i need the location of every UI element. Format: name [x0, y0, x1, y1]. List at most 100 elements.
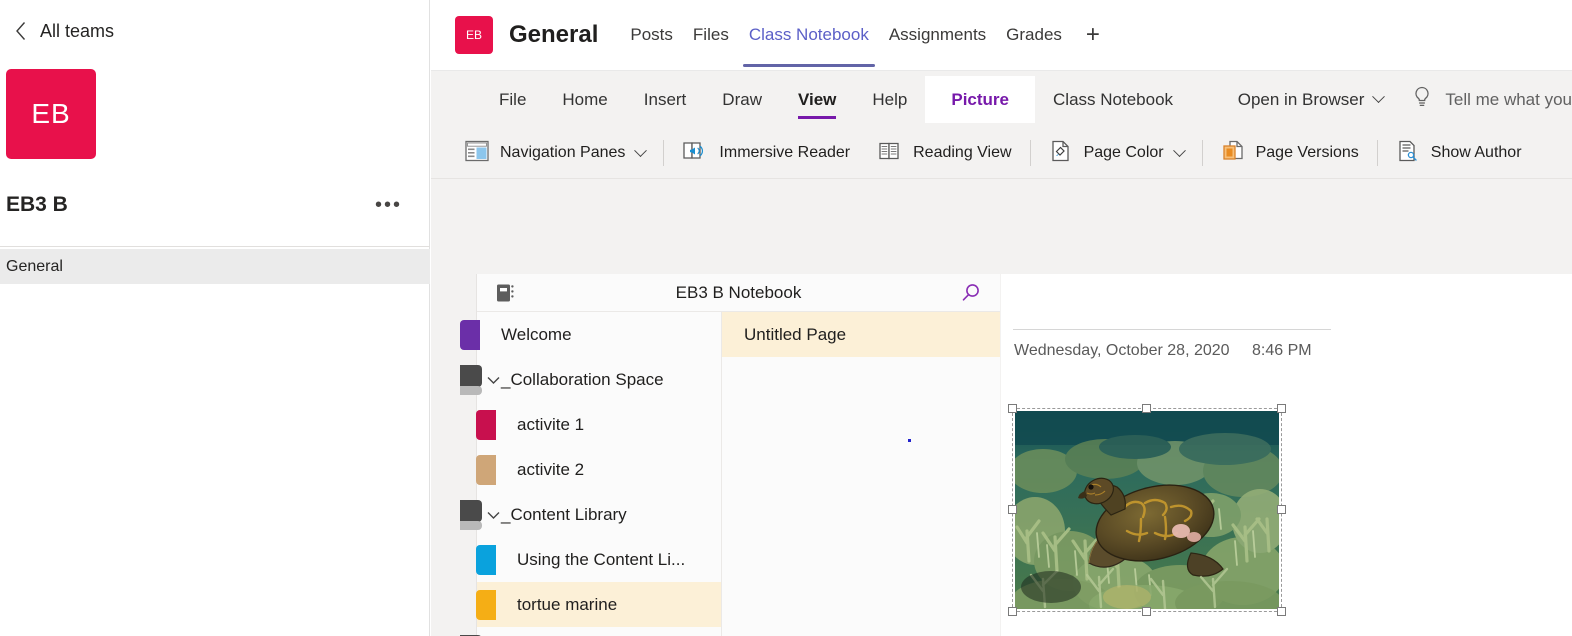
reading-view-button[interactable]: Reading View [864, 133, 1025, 173]
open-in-browser-button[interactable]: Open in Browser [1222, 90, 1400, 110]
cursor-marker [908, 439, 911, 442]
tell-me-label: Tell me what you [1445, 89, 1572, 109]
resize-handle-top-left[interactable] [1008, 404, 1017, 413]
section-welcome[interactable]: Welcome [460, 312, 721, 357]
section-label: tortue marine [517, 594, 618, 614]
ribbon-right-group: Open in Browser Tell me what you [1222, 86, 1572, 113]
page-title: General [509, 21, 599, 48]
ribbon-tab-class-notebook[interactable]: Class Notebook [1035, 80, 1191, 120]
reading-view-label: Reading View [913, 144, 1012, 161]
tab-class-notebook[interactable]: Class Notebook [739, 0, 879, 71]
ribbon-tab-help[interactable]: Help [854, 80, 925, 120]
show-authors-button[interactable]: Show Author [1382, 133, 1536, 173]
chevron-left-icon [8, 18, 34, 44]
page-color-icon [1049, 139, 1073, 168]
page-versions-icon [1221, 139, 1245, 168]
notebook-body: Welcome _Collaboration Space activite 1 … [460, 312, 1000, 636]
sea-turtle-coral-reef-image[interactable] [1008, 404, 1286, 616]
page-timestamp: Wednesday, October 28, 2020 8:46 PM [1014, 342, 1312, 360]
reef-photo [1015, 411, 1279, 609]
channel-label: General [6, 257, 63, 275]
immersive-reader-label: Immersive Reader [719, 144, 851, 161]
page-list: Untitled Page [722, 312, 1000, 636]
open-in-browser-label: Open in Browser [1237, 89, 1365, 109]
section-color-tab [476, 410, 496, 440]
team-name: EB3 B [6, 193, 68, 216]
section-color-tab [460, 320, 480, 350]
ribbon-separator [663, 140, 665, 166]
sidebar-channel-general[interactable]: General [0, 249, 430, 284]
sidebar-divider [0, 246, 430, 247]
resize-handle-bottom-right[interactable] [1277, 607, 1286, 616]
main-content: EB General Posts Files Class Notebook As… [431, 0, 1572, 636]
section-group-content-library[interactable]: _Content Library [460, 492, 721, 537]
section-group-label: _Collaboration Space [501, 369, 664, 389]
ribbon-separator [1376, 140, 1378, 166]
ribbon-tab-draw[interactable]: Draw [704, 80, 780, 120]
section-color-tab [476, 545, 496, 575]
section-list: Welcome _Collaboration Space activite 1 … [460, 312, 722, 636]
page-date: Wednesday, October 28, 2020 [1014, 342, 1230, 359]
chevron-down-icon[interactable] [487, 507, 500, 523]
page-color-label: Page Color [1083, 144, 1164, 161]
navigation-panes-button[interactable]: Navigation Panes [451, 133, 659, 173]
page-time: 8:46 PM [1252, 342, 1312, 359]
section-color-tab [476, 455, 496, 485]
ribbon-separator [1029, 140, 1031, 166]
team-avatar[interactable]: EB [6, 69, 96, 159]
section-using-the-content-library[interactable]: Using the Content Li... [476, 537, 721, 582]
page-item-label: Untitled Page [744, 324, 847, 344]
section-label: Using the Content Li... [517, 549, 686, 569]
tab-grades[interactable]: Grades [996, 0, 1072, 71]
onenote-app: File Home Insert Draw View Help Picture … [431, 71, 1572, 636]
ribbon-tab-picture[interactable]: Picture [925, 76, 1036, 123]
all-teams-label: All teams [40, 20, 115, 41]
tab-assignments[interactable]: Assignments [879, 0, 996, 71]
notebook-title: EB3 B Notebook [675, 282, 802, 302]
resize-handle-top-right[interactable] [1277, 404, 1286, 413]
resize-handle-bottom-left[interactable] [1008, 607, 1017, 616]
ribbon-tab-insert[interactable]: Insert [626, 80, 705, 120]
ribbon-tab-home[interactable]: Home [544, 80, 625, 120]
all-teams-back-button[interactable]: All teams [0, 0, 429, 62]
tell-me-search[interactable]: Tell me what you [1399, 86, 1572, 113]
team-more-options-button[interactable]: ••• [375, 195, 402, 215]
resize-handle-middle-right[interactable] [1277, 505, 1286, 514]
channel-avatar: EB [455, 16, 493, 54]
resize-handle-middle-left[interactable] [1008, 505, 1017, 514]
chevron-down-icon[interactable] [487, 372, 500, 388]
page-canvas[interactable]: Wednesday, October 28, 2020 8:46 PM [1001, 274, 1572, 636]
immersive-reader-icon [682, 140, 708, 167]
section-group-icon [460, 365, 482, 395]
channel-header: EB General Posts Files Class Notebook As… [431, 0, 1572, 71]
section-color-tab [476, 590, 496, 620]
page-item-untitled[interactable]: Untitled Page [722, 312, 1000, 357]
notebook-navigation-panel: EB3 B Notebook Welcome _Collaboration Sp… [460, 274, 1000, 636]
section-tortue-marine[interactable]: tortue marine [476, 582, 721, 627]
navigation-panes-label: Navigation Panes [500, 144, 626, 161]
team-name-row: EB3 B ••• [0, 182, 430, 228]
search-icon[interactable] [960, 282, 982, 304]
add-tab-button[interactable]: + [1086, 0, 1100, 71]
section-group-collaboration-space[interactable]: _Collaboration Space [460, 357, 721, 402]
chevron-down-icon [1172, 143, 1186, 157]
immersive-reader-button[interactable]: Immersive Reader [668, 133, 864, 173]
section-group-teacher-only[interactable]: _Teacher Only [460, 627, 721, 636]
resize-handle-bottom-center[interactable] [1142, 607, 1151, 616]
section-activite-2[interactable]: activite 2 [476, 447, 721, 492]
resize-handle-top-center[interactable] [1142, 404, 1151, 413]
ribbon-tab-strip: File Home Insert Draw View Help Picture … [431, 71, 1572, 128]
tab-files[interactable]: Files [683, 0, 739, 71]
page-color-button[interactable]: Page Color [1035, 133, 1198, 173]
notebook-header: EB3 B Notebook [477, 274, 1000, 312]
ribbon-command-row: Navigation Panes Immersive Reader Readin… [431, 128, 1572, 179]
section-activite-1[interactable]: activite 1 [476, 402, 721, 447]
tab-posts[interactable]: Posts [620, 0, 683, 71]
reading-view-icon [878, 140, 902, 167]
page-versions-button[interactable]: Page Versions [1207, 133, 1373, 173]
lightbulb-icon [1413, 86, 1431, 113]
section-group-icon [460, 500, 482, 530]
ribbon-tab-file[interactable]: File [481, 80, 544, 120]
ribbon-tab-view[interactable]: View [780, 80, 854, 120]
teams-sidebar: All teams EB EB3 B ••• General [0, 0, 430, 636]
